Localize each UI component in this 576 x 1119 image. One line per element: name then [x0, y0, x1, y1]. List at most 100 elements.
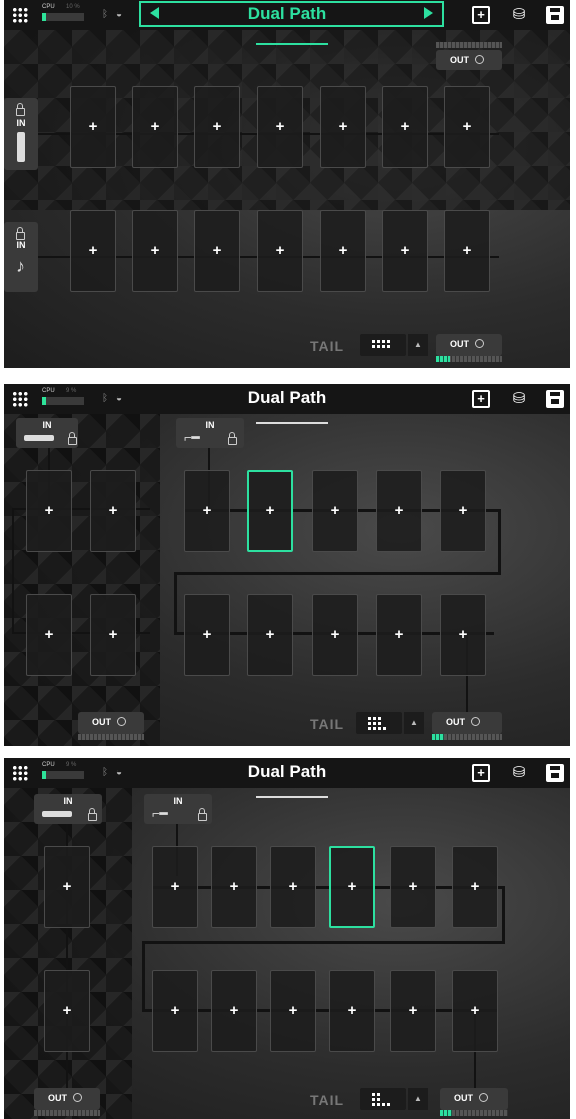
input-guitar[interactable]: IN ♪	[4, 222, 38, 292]
input-mic[interactable]: IN	[16, 418, 78, 448]
effect-slot[interactable]: +	[382, 210, 428, 292]
effect-slot[interactable]: +	[440, 470, 486, 552]
input-label: IN	[16, 118, 26, 128]
layout-selector-icon[interactable]	[356, 712, 402, 734]
effect-slot-selected[interactable]: +	[247, 470, 293, 552]
input-label: IN	[173, 796, 183, 806]
guitar-icon: ⌐━	[184, 430, 200, 445]
output-meter	[436, 42, 502, 48]
effect-slot[interactable]: +	[26, 594, 72, 676]
input-mic[interactable]: IN	[4, 98, 38, 170]
effect-slot[interactable]: +	[320, 210, 366, 292]
effect-slot[interactable]: +	[211, 846, 257, 928]
output-label: OUT	[446, 717, 465, 727]
effect-slot[interactable]: +	[270, 970, 316, 1052]
input-mic[interactable]: IN	[34, 794, 102, 824]
effect-slot[interactable]: +	[320, 86, 366, 168]
output-label: OUT	[450, 55, 469, 65]
effect-slot[interactable]: +	[452, 970, 498, 1052]
screen-2: CPU 9 % ᛒ ◒ Dual Path + ⛁ IN IN ⌐━ + + +…	[4, 384, 570, 746]
lock-icon	[198, 808, 207, 821]
input-label: IN	[42, 420, 52, 430]
effect-slot[interactable]: +	[444, 86, 490, 168]
effect-slot[interactable]: +	[90, 470, 136, 552]
output-right[interactable]: OUT	[432, 712, 502, 734]
left-path-wire	[12, 508, 14, 634]
output-top[interactable]: OUT	[436, 50, 502, 70]
effect-slot[interactable]: +	[376, 594, 422, 676]
output-meter	[432, 734, 502, 740]
add-block-icon[interactable]: +	[472, 390, 490, 408]
effect-slot[interactable]: +	[90, 594, 136, 676]
effect-slot[interactable]: +	[194, 210, 240, 292]
effect-slot[interactable]: +	[444, 210, 490, 292]
effect-slot[interactable]: +	[70, 210, 116, 292]
right-path-wire	[174, 572, 501, 575]
effect-slot[interactable]: +	[132, 86, 178, 168]
effect-slot[interactable]: +	[390, 970, 436, 1052]
output-left[interactable]: OUT	[34, 1088, 100, 1110]
output-label: OUT	[450, 339, 469, 349]
layout-selector-icon[interactable]	[360, 334, 406, 356]
acoustic-foam-panel	[4, 414, 160, 746]
guitar-icon: ⌐━	[152, 806, 168, 821]
layout-selector-icon[interactable]	[360, 1088, 406, 1110]
preset-underline	[256, 43, 328, 45]
effect-slot[interactable]: +	[152, 970, 198, 1052]
right-path-wire	[142, 941, 505, 944]
effect-slot[interactable]: +	[132, 210, 178, 292]
effect-slot[interactable]: +	[312, 470, 358, 552]
effect-slot[interactable]: +	[329, 970, 375, 1052]
effect-slot[interactable]: +	[440, 594, 486, 676]
effect-slot[interactable]: +	[452, 846, 498, 928]
amp-stack-icon[interactable]: ⛁	[510, 6, 528, 24]
save-icon[interactable]	[546, 764, 564, 782]
effect-slot[interactable]: +	[194, 86, 240, 168]
effect-slot[interactable]: +	[184, 470, 230, 552]
effect-slot[interactable]: +	[44, 970, 90, 1052]
effect-slot[interactable]: +	[247, 594, 293, 676]
effect-slot[interactable]: +	[257, 86, 303, 168]
save-icon[interactable]	[546, 390, 564, 408]
output-circle-icon	[73, 1093, 82, 1102]
effect-slot[interactable]: +	[312, 594, 358, 676]
tail-toggle[interactable]: TAIL	[310, 716, 344, 732]
effect-slot[interactable]: +	[211, 970, 257, 1052]
input-guitar[interactable]: IN ⌐━	[144, 794, 212, 824]
effect-slot[interactable]: +	[376, 470, 422, 552]
screen-1: CPU 10 % ᛒ ◒ Dual Path + ⛁ IN IN ♪ + + +…	[4, 0, 570, 368]
save-icon[interactable]	[546, 6, 564, 24]
output-meter	[436, 356, 502, 362]
effect-slot[interactable]: +	[257, 210, 303, 292]
effect-slot[interactable]: +	[382, 86, 428, 168]
add-block-icon[interactable]: +	[472, 6, 490, 24]
effect-slot[interactable]: +	[152, 846, 198, 928]
effect-slot[interactable]: +	[44, 846, 90, 928]
acoustic-foam-panel	[4, 788, 132, 1119]
effect-slot[interactable]: +	[390, 846, 436, 928]
right-path-wire	[502, 886, 505, 942]
effect-slot[interactable]: +	[70, 86, 116, 168]
output-bottom[interactable]: OUT	[436, 334, 502, 356]
effect-slot[interactable]: +	[26, 470, 72, 552]
output-circle-icon	[117, 717, 126, 726]
expand-up-icon[interactable]: ▲	[408, 1088, 428, 1110]
effect-slot-selected[interactable]: +	[329, 846, 375, 928]
output-right[interactable]: OUT	[440, 1088, 508, 1110]
tail-toggle[interactable]: TAIL	[310, 1092, 344, 1108]
tail-toggle[interactable]: TAIL	[310, 338, 344, 354]
amp-stack-icon[interactable]: ⛁	[510, 390, 528, 408]
top-bar: CPU 10 % ᛒ ◒ Dual Path + ⛁	[4, 0, 570, 30]
effect-slot[interactable]: +	[184, 594, 230, 676]
input-guitar[interactable]: IN ⌐━	[176, 418, 244, 448]
add-block-icon[interactable]: +	[472, 764, 490, 782]
effect-slot[interactable]: +	[270, 846, 316, 928]
input-label: IN	[205, 420, 215, 430]
top-bar: CPU 9 % ᛒ ◒ Dual Path + ⛁	[4, 758, 570, 788]
microphone-icon	[42, 811, 72, 817]
output-left[interactable]: OUT	[78, 712, 144, 734]
input-label: IN	[63, 796, 73, 806]
expand-up-icon[interactable]: ▲	[408, 334, 428, 356]
amp-stack-icon[interactable]: ⛁	[510, 764, 528, 782]
expand-up-icon[interactable]: ▲	[404, 712, 424, 734]
